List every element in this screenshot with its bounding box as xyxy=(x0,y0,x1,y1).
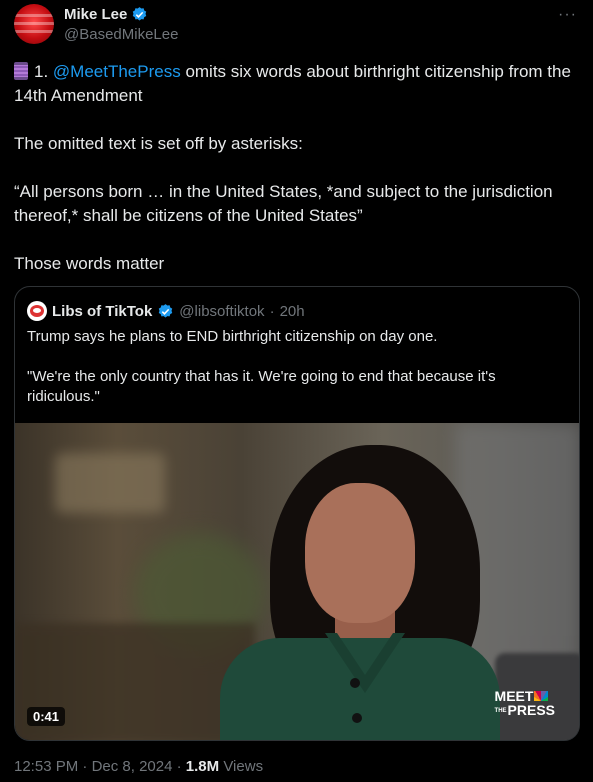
quoted-time[interactable]: 20h xyxy=(280,303,305,320)
quoted-tweet[interactable]: Libs of TikTok @libsoftiktok · 20h Trump… xyxy=(14,286,580,741)
video-subject-face xyxy=(305,483,415,623)
tweet-meta: 12:53 PM · Dec 8, 2024 · 1.8M Views xyxy=(14,758,263,775)
verified-badge-icon xyxy=(159,303,173,318)
quoted-tweet-header: Libs of TikTok @libsoftiktok · 20h xyxy=(27,301,305,321)
tweet-text: 1. @MeetThePress omits six words about b… xyxy=(14,60,579,276)
quoted-separator: · xyxy=(269,302,275,320)
peacock-icon xyxy=(534,691,549,701)
verified-badge-icon xyxy=(133,7,147,21)
author-name-row: Mike Lee xyxy=(64,6,148,23)
meet-the-press-logo: MEET THEPRESS xyxy=(494,688,555,718)
mention-link[interactable]: @MeetThePress xyxy=(53,62,181,81)
author-handle[interactable]: @BasedMikeLee xyxy=(64,26,178,43)
quoted-author-avatar[interactable] xyxy=(27,301,47,321)
quoted-author-name[interactable]: Libs of TikTok xyxy=(52,303,152,320)
quoted-author-handle[interactable]: @libsoftiktok xyxy=(179,303,264,320)
tweet-date[interactable]: Dec 8, 2024 xyxy=(92,758,173,775)
tweet-line1-prefix: 1. xyxy=(34,62,53,81)
tweet-time[interactable]: 12:53 PM xyxy=(14,758,78,775)
tweet-paragraph-3: “All persons born … in the United States… xyxy=(14,182,553,225)
quoted-paragraph-1: Trump says he plans to END birthright ci… xyxy=(27,328,438,345)
thread-spool-icon xyxy=(14,62,28,80)
tweet-paragraph-4: Those words matter xyxy=(14,254,165,273)
views-label: Views xyxy=(223,758,264,775)
views-count[interactable]: 1.8M xyxy=(186,758,219,775)
video-player[interactable]: 0:41 MEET THEPRESS xyxy=(15,423,579,740)
video-duration-badge: 0:41 xyxy=(27,707,66,726)
more-options-icon[interactable]: ··· xyxy=(558,6,577,24)
tweet-paragraph-2: The omitted text is set off by asterisks… xyxy=(14,134,303,153)
meta-separator: · xyxy=(176,758,182,775)
meta-separator: · xyxy=(82,758,88,775)
quoted-tweet-text: Trump says he plans to END birthright ci… xyxy=(27,327,567,407)
author-name[interactable]: Mike Lee xyxy=(64,6,127,23)
video-subject-jacket xyxy=(220,638,500,740)
quoted-paragraph-2: "We're the only country that has it. We'… xyxy=(27,368,496,405)
author-avatar[interactable] xyxy=(14,4,54,44)
tweet-paragraph-1: 1. @MeetThePress omits six words about b… xyxy=(14,60,579,108)
